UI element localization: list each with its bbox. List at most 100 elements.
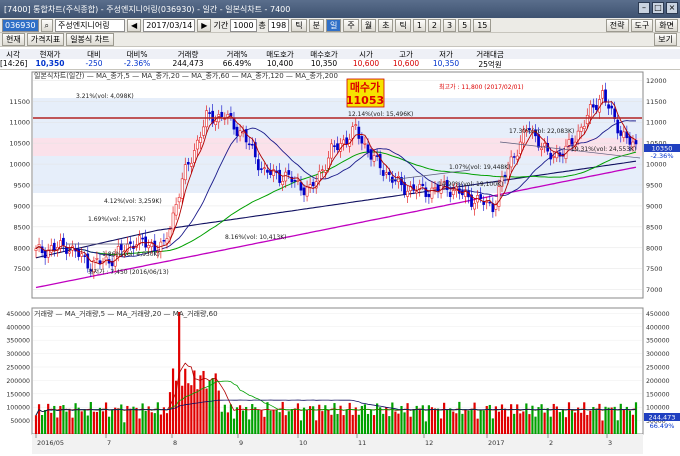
- price-tick-label: 11500: [646, 98, 667, 106]
- candle-body: [345, 137, 349, 145]
- volume-bar: [181, 385, 184, 434]
- close-button[interactable]: ×: [666, 2, 678, 14]
- prev-arrow-icon[interactable]: ◀: [127, 18, 142, 32]
- search-icon[interactable]: ⌕: [40, 18, 54, 32]
- volume-bar: [114, 407, 117, 434]
- x-tick-label: 2017: [488, 439, 505, 447]
- volume-bar: [220, 411, 223, 434]
- volume-bar: [37, 404, 41, 434]
- buy-price-title: 매수가: [350, 80, 380, 94]
- tools-button[interactable]: 도구: [630, 18, 654, 32]
- next-arrow-icon[interactable]: ▶: [197, 18, 212, 32]
- quote-header: 거래량: [177, 50, 199, 59]
- interval-week-button[interactable]: 주: [343, 18, 359, 32]
- candle-body: [165, 238, 169, 244]
- volume-bar: [299, 420, 303, 434]
- price-tick-label: 8000: [646, 244, 663, 252]
- x-tick-label: 12: [425, 439, 433, 447]
- volume-bar: [333, 403, 336, 434]
- candle-body: [360, 136, 364, 144]
- interval-3-button[interactable]: 3: [443, 18, 457, 32]
- volume-tick-label-right: 100000: [646, 405, 670, 412]
- chart-area[interactable]: 12000 11500 11000 10500 10000 9500 9000 8500 800…: [0, 70, 680, 454]
- price-tick-label: 9500: [646, 182, 663, 190]
- candle-body: [238, 130, 242, 137]
- price-tick-label: 7000: [646, 286, 663, 294]
- volume-bar: [293, 408, 296, 434]
- price-indicator-tab[interactable]: 가격지표: [26, 33, 65, 46]
- volume-tick-label-left: 50000: [10, 418, 30, 425]
- candle-body: [549, 152, 553, 160]
- price-tick-label: 12000: [646, 77, 667, 85]
- volume-bar: [461, 413, 464, 434]
- interval-tick-button[interactable]: 틱: [291, 18, 307, 32]
- candle-body: [613, 108, 617, 119]
- candle-body: [208, 112, 211, 114]
- volume-bar: [296, 403, 300, 434]
- volume-pct-tag-text: 66.49%: [650, 422, 675, 430]
- volume-bar: [497, 411, 501, 434]
- candle-body: [214, 121, 218, 125]
- annotation: 8.16%(vol: 10,413K): [225, 234, 287, 241]
- volume-bar: [80, 411, 83, 434]
- volume-bar: [372, 415, 376, 434]
- volume-bar: [257, 409, 260, 434]
- volume-bar: [147, 406, 150, 434]
- high-price-annotation: 최고가 : 11,800 (2017/02/01): [439, 83, 524, 91]
- stock-code-input[interactable]: 036930: [2, 18, 39, 32]
- stock-name-field[interactable]: 주성엔지니어링: [55, 18, 126, 32]
- volume-bar: [534, 416, 537, 434]
- date-input[interactable]: 2017/03/14: [143, 18, 196, 32]
- volume-bar: [232, 418, 236, 434]
- candle-body: [263, 167, 266, 169]
- volume-bar: [251, 404, 254, 434]
- volume-bar: [305, 409, 309, 434]
- volume-bar: [598, 403, 601, 434]
- volume-bar: [522, 411, 525, 434]
- volume-bar: [586, 414, 589, 434]
- candle-body: [119, 243, 123, 251]
- count-input[interactable]: 198: [267, 18, 290, 32]
- candle-body: [342, 139, 345, 145]
- volume-bar: [68, 408, 71, 434]
- interval-second-button[interactable]: 초: [378, 18, 394, 32]
- left-price-tick-label: 11500: [9, 98, 30, 106]
- interval-month-button[interactable]: 월: [360, 18, 377, 32]
- interval-5-button[interactable]: 5: [458, 18, 472, 32]
- candle-body: [205, 110, 208, 128]
- price-tick-label: 10000: [646, 161, 667, 169]
- volume-bar: [376, 403, 379, 434]
- price-tick-label: 9000: [646, 202, 663, 210]
- volume-bar: [205, 388, 208, 434]
- period-label: 기간: [213, 20, 229, 30]
- chart-type-select[interactable]: 일봉식 차트: [66, 33, 114, 46]
- candle-body: [247, 143, 251, 146]
- interval-minute-button[interactable]: 분: [308, 18, 324, 32]
- annotation: -1.86%(vol: 4,930K): [100, 251, 160, 258]
- interval-1-button[interactable]: 1: [412, 18, 426, 32]
- current-tab[interactable]: 현재: [2, 33, 25, 46]
- volume-bar: [229, 404, 233, 434]
- screen-button[interactable]: 화면: [655, 18, 678, 32]
- interval-day-button[interactable]: 일: [325, 18, 342, 32]
- minimize-button[interactable]: –: [638, 2, 650, 14]
- period-input[interactable]: 1000: [230, 18, 257, 32]
- maximize-button[interactable]: □: [652, 2, 664, 14]
- candle-body: [202, 126, 205, 136]
- volume-bar: [360, 405, 363, 434]
- volume-bar: [302, 407, 306, 434]
- stock-chart[interactable]: 12000 11500 11000 10500 10000 9500 9000 8500 800…: [0, 70, 680, 454]
- volume-bar: [577, 407, 580, 434]
- interval-tick2-button[interactable]: 틱: [395, 18, 411, 32]
- view-button[interactable]: 보기: [654, 33, 677, 46]
- quote-open: 10,600: [352, 59, 380, 68]
- strategy-button[interactable]: 전략: [605, 18, 629, 32]
- candle-body: [588, 104, 592, 118]
- interval-2-button[interactable]: 2: [427, 18, 442, 32]
- interval-15-button[interactable]: 15: [473, 18, 492, 32]
- volume-bar: [187, 383, 190, 434]
- volume-bar: [235, 407, 239, 434]
- volume-bar: [269, 410, 272, 434]
- volume-bar: [290, 409, 293, 434]
- volume-bar: [156, 402, 159, 434]
